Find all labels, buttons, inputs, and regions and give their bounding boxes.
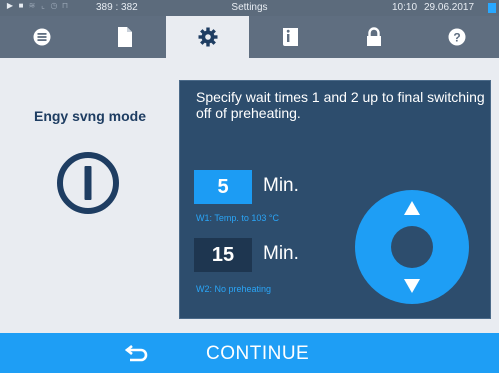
wait-time-1-value[interactable]: 5 [194,170,252,204]
tab-document[interactable] [83,16,166,58]
info-book-icon [282,28,298,46]
value-stepper [355,190,469,304]
tab-settings[interactable] [166,16,249,58]
tab-list[interactable] [0,16,83,58]
wait-time-2-unit: Min. [263,243,299,264]
list-icon [33,28,50,46]
mode-title: Engy svng mode [33,108,147,124]
continue-label: CONTINUE [206,343,310,364]
wait-time-1-unit: Min. [263,175,299,196]
gear-icon [198,27,217,47]
wait-time-1-caption: W1: Temp. to 103 °C [196,213,279,223]
status-bar: ▶ ■ ≋ ⌞ ◷ ⊓ 389 : 382 Settings 10:10 29.… [0,0,499,16]
screen: ▶ ■ ≋ ⌞ ◷ ⊓ 389 : 382 Settings 10:10 29.… [0,0,499,373]
tab-help[interactable]: ? [415,16,499,58]
svg-text:?: ? [453,31,460,45]
tab-bar: ? [0,16,499,58]
clock-date: 29.06.2017 [424,2,475,13]
lock-icon [366,27,381,46]
tab-lock[interactable] [332,16,415,58]
document-icon [117,27,132,47]
dialog-message: Specify wait times 1 and 2 up to final s… [196,89,485,121]
battery-icon [488,3,496,13]
clock-time: 10:10 [392,2,418,13]
continue-button[interactable]: CONTINUE [0,333,499,373]
wait-times-dialog: Specify wait times 1 and 2 up to final s… [179,80,491,319]
wait-time-2-caption: W2: No preheating [196,284,272,294]
back-arrow-icon [125,344,148,362]
power-icon [57,152,119,214]
help-icon: ? [448,28,466,46]
wait-time-2-value[interactable]: 15 [194,238,252,272]
tab-info[interactable] [249,16,332,58]
